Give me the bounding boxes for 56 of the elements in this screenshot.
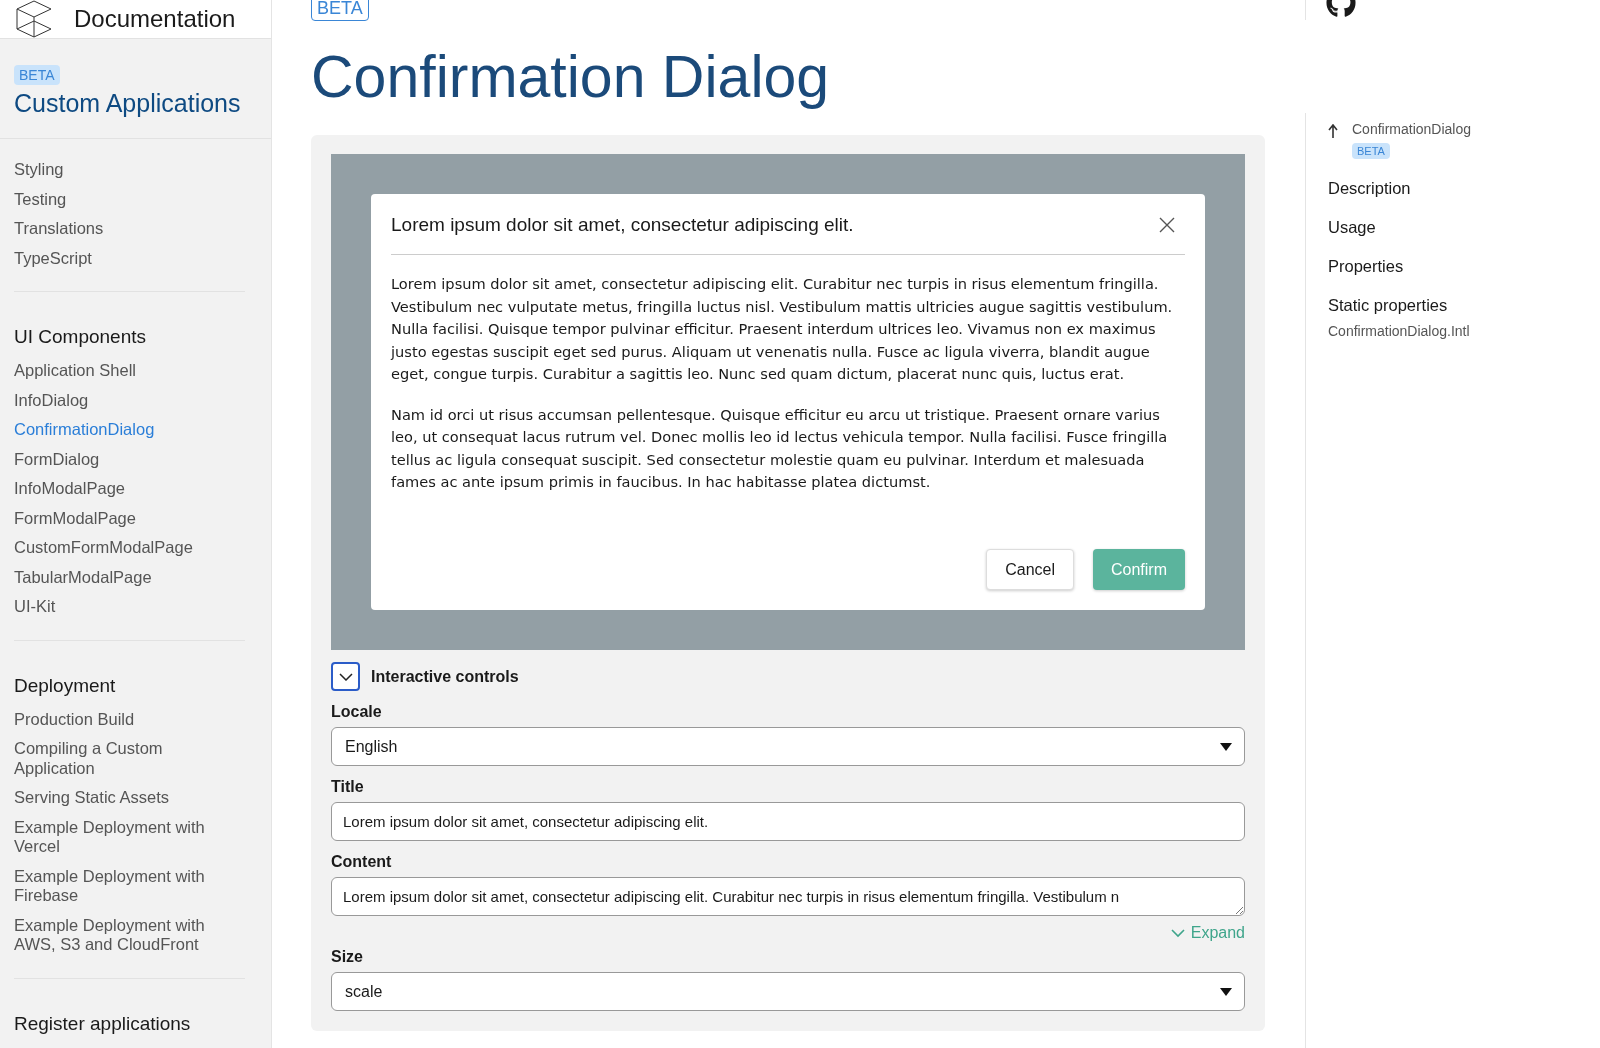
beta-badge: BETA	[14, 65, 60, 85]
nav-group-title: Register applications	[14, 1012, 192, 1035]
toc-link[interactable]: Description	[1328, 179, 1600, 198]
toc-link[interactable]: Usage	[1328, 218, 1600, 237]
controls-toggle[interactable]	[331, 662, 360, 691]
nav-link[interactable]: Compiling a Custom Application	[14, 734, 245, 783]
caret-icon	[1220, 987, 1232, 996]
nav-group-title: Deployment	[14, 674, 117, 697]
beta-badge: BETA	[311, 0, 369, 21]
close-icon[interactable]	[1159, 217, 1175, 233]
nav-link[interactable]: Testing	[14, 184, 245, 214]
nav-link[interactable]: CustomFormModalPage	[14, 533, 245, 563]
nav-link[interactable]: Example Deployment with Firebase	[14, 861, 245, 911]
field-label: Content	[331, 853, 393, 871]
arrow-up-icon[interactable]	[1328, 124, 1338, 138]
chevron-icon	[338, 672, 353, 681]
textarea-field[interactable]: Lorem ipsum dolor sit amet, consectetur adipiscing elit. Curabitur nec turpis in risus elementum fringilla. Vestibulum n	[331, 877, 1245, 916]
nav-link[interactable]: TypeScript	[14, 243, 245, 273]
cancel-button[interactable]: Cancel	[986, 549, 1074, 590]
caret-icon	[1220, 742, 1232, 751]
nav-link[interactable]: Serving Static Assets	[14, 783, 245, 813]
chevron-icon	[1170, 928, 1185, 938]
field-label: Size	[331, 948, 364, 966]
page-title: Confirmation Dialog	[311, 45, 830, 109]
section-title: Custom Applications	[14, 89, 241, 118]
dialog-paragraph: Lorem ipsum dolor sit amet, consectetur adipiscing elit. Curabitur nec turpis in risus elementum fringilla. Vestibulum nec vulputate metus, fringilla luctus nisl. Vestibulum mattis ultricies augue sagittis vestibulum. Nulla facilisi. Quisque tempor pulvinar efficitur. Praesent interdum ultrices leo. Vivamus non ex maximus justo egestas suscipit eget sed purus. Aliquam ut venenatis nulla. Fusce ac ligula viverra, blandit augue eget, congue turpis. Curabitur a sagittis leo. Nunc sed quam dictum, placerat nunc quis, luctus erat.	[391, 274, 1174, 384]
nav-link[interactable]: FormModalPage	[14, 503, 245, 533]
dialog-title: Lorem ipsum dolor sit amet, consectetur adipiscing elit.	[391, 214, 854, 236]
toc-link[interactable]: Static properties	[1328, 296, 1600, 315]
nav-link[interactable]: Example Deployment with AWS, S3 and CloudFront	[14, 910, 245, 960]
back-link[interactable]: ConfirmationDialog	[1352, 121, 1472, 137]
toc-link[interactable]: Properties	[1328, 257, 1600, 276]
select-field[interactable]: scale	[331, 972, 1245, 1011]
beta-badge: BETA	[1352, 143, 1390, 159]
input-field[interactable]: Lorem ipsum dolor sit amet, consectetur adipiscing elit.	[331, 802, 1245, 841]
select-field[interactable]: English	[331, 727, 1245, 766]
nav-link[interactable]: TabularModalPage	[14, 562, 245, 592]
controls-label: Interactive controls	[371, 667, 519, 686]
nav-link[interactable]: InfoDialog	[14, 385, 245, 415]
field-label: Locale	[331, 703, 383, 721]
nav-link[interactable]: Styling	[14, 155, 245, 185]
toc-link[interactable]: ConfirmationDialog.Intl	[1328, 323, 1600, 339]
nav-group-title: UI Components	[14, 326, 147, 348]
cube-logo-icon	[16, 0, 52, 38]
nav-link[interactable]: FormDialog	[14, 444, 245, 474]
nav-link[interactable]: Production Build	[14, 704, 245, 734]
nav-link[interactable]: Application Shell	[14, 356, 245, 386]
resize-grip-icon[interactable]	[1235, 906, 1243, 914]
nav-link[interactable]: InfoModalPage	[14, 474, 245, 504]
nav-link[interactable]: ConfirmationDialog	[14, 415, 245, 445]
dialog-paragraph: Nam id orci ut risus accumsan pellentesque. Quisque efficitur eu arcu ut tristique. Praesent ornare varius leo, ut consequat lacus rutrum vel. Donec mollis leo id lectus vehicula tempor. Nulla facilisi. Fusce fringilla tellus ac ligula consequat suscipit. Sed consectetur molestie quam eu pulvinar. Interdum et malesuada fames ac ante ipsum primis in faucibus. In hac habitasse platea dictumst.	[391, 404, 1169, 492]
nav-link[interactable]: Example Deployment with Vercel	[14, 812, 245, 862]
site-title: Documentation	[74, 5, 236, 33]
nav-link[interactable]: Translations	[14, 214, 245, 244]
field-label: Title	[331, 778, 365, 796]
nav-link[interactable]: UI-Kit	[14, 592, 245, 622]
